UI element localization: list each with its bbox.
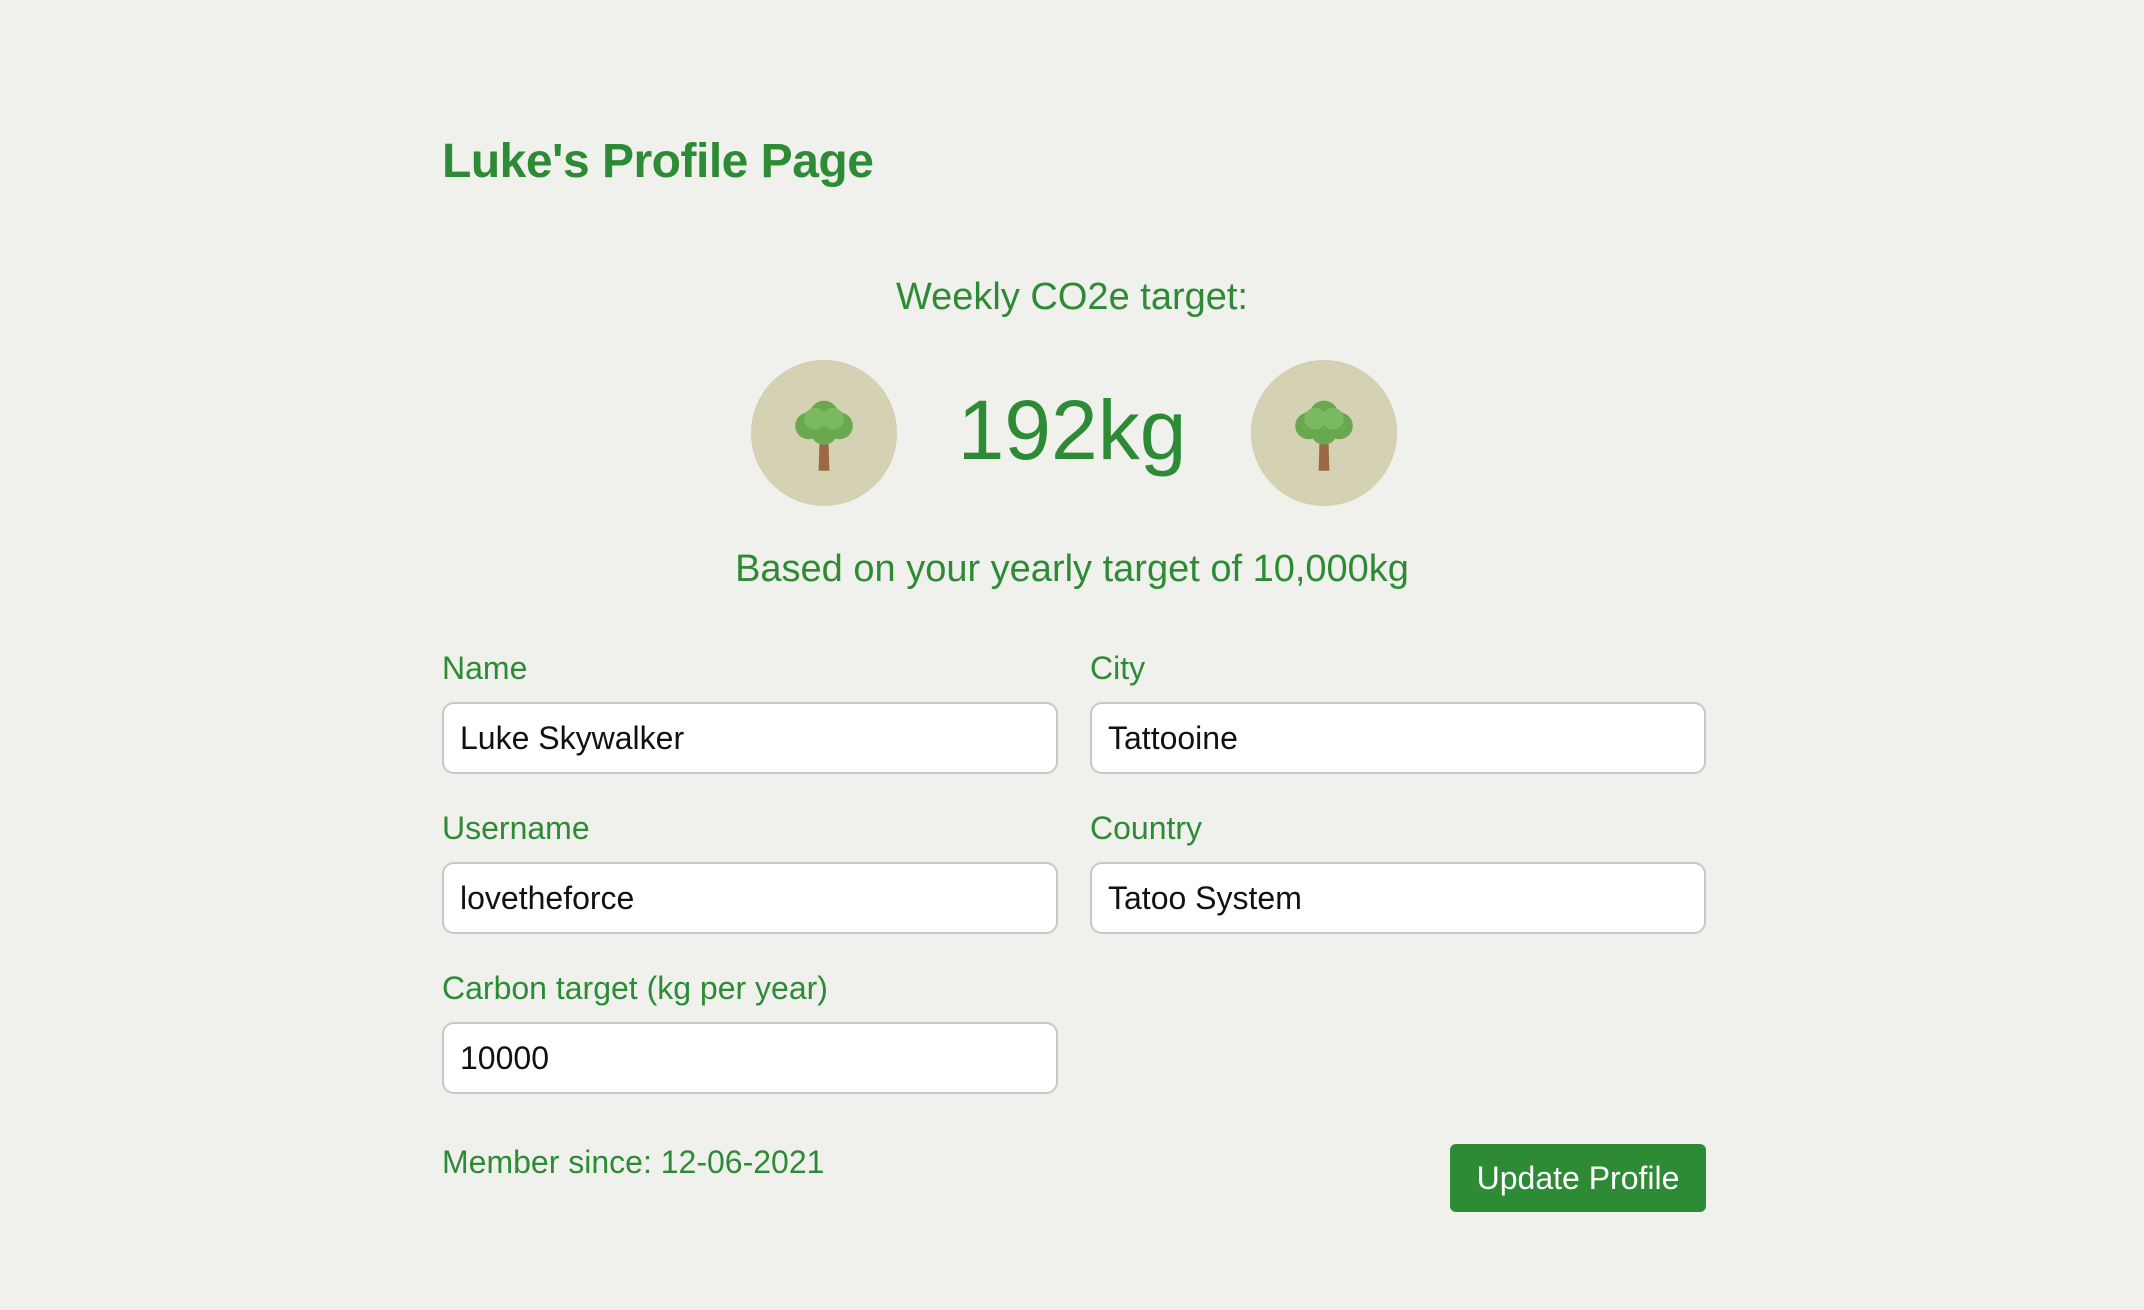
username-label: Username	[442, 810, 590, 846]
tree-icon	[1251, 360, 1397, 506]
city-field-group: City	[1090, 648, 1706, 774]
weekly-target-display: 192kg	[0, 360, 2144, 508]
page-title: Luke's Profile Page	[442, 135, 874, 188]
carbon-target-field-group: Carbon target (kg per year)	[442, 968, 1058, 1094]
update-profile-button[interactable]: Update Profile	[1450, 1144, 1706, 1212]
carbon-target-label: Carbon target (kg per year)	[442, 970, 828, 1006]
country-field-group: Country	[1090, 808, 1706, 934]
member-since-text: Member since: 12-06-2021	[442, 1144, 825, 1180]
username-field-group: Username	[442, 808, 1058, 934]
name-input[interactable]	[442, 702, 1058, 774]
name-label: Name	[442, 650, 528, 686]
weekly-target-value: 192kg	[957, 383, 1187, 477]
carbon-target-input[interactable]	[442, 1022, 1058, 1094]
city-label: City	[1090, 650, 1146, 686]
city-input[interactable]	[1090, 702, 1706, 774]
yearly-target-subtext: Based on your yearly target of 10,000kg	[735, 548, 1409, 590]
country-label: Country	[1090, 810, 1203, 846]
country-input[interactable]	[1090, 862, 1706, 934]
username-input[interactable]	[442, 862, 1058, 934]
weekly-target-heading: Weekly CO2e target:	[895, 276, 1248, 318]
name-field-group: Name	[442, 648, 1058, 774]
